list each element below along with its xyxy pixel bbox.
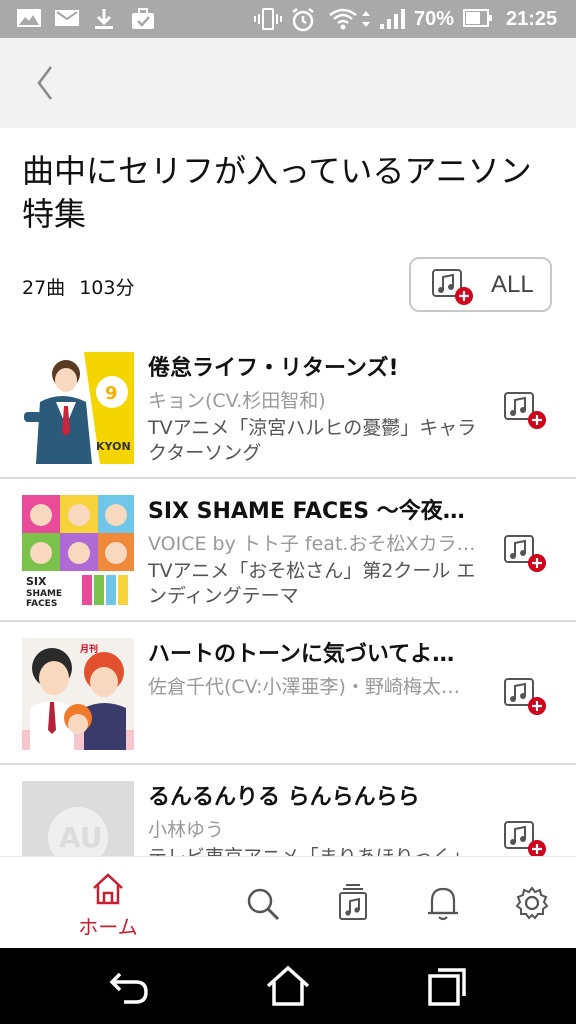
- library-icon: [339, 884, 367, 920]
- back-button[interactable]: [22, 60, 68, 106]
- track-description: テレビ東京アニメ「まりあほりっく」: [148, 845, 478, 856]
- wifi-icon: [329, 8, 357, 30]
- total-duration: 103分: [79, 277, 135, 299]
- svg-text:KYON: KYON: [96, 440, 131, 453]
- track-row[interactable]: 9 KYON 倦怠ライフ・リターンズ! キョン(CV.杉田智和) TVアニメ「涼…: [0, 336, 576, 479]
- svg-text:AU: AU: [59, 821, 103, 854]
- add-to-playlist-icon: [504, 392, 546, 429]
- add-to-playlist-button[interactable]: [502, 388, 550, 436]
- svg-text:SIX: SIX: [26, 575, 47, 588]
- svg-text:SHAME: SHAME: [26, 589, 62, 599]
- search-icon: [247, 888, 280, 921]
- playlist-meta: 27曲 103分: [22, 273, 134, 300]
- add-to-playlist-button[interactable]: [502, 817, 550, 856]
- mail-icon: [55, 10, 79, 26]
- track-artist: キョン(CV.杉田智和): [148, 390, 326, 412]
- svg-text:FACES: FACES: [26, 599, 57, 607]
- svg-text:9: 9: [105, 383, 118, 404]
- chevron-left-icon: [37, 66, 52, 100]
- track-row[interactable]: 月刊 ハートのトーンに気づいてよ… 佐倉千代(CV:小澤亜李)・野崎梅太…: [0, 622, 576, 765]
- download-icon: [95, 9, 113, 29]
- nav-library[interactable]: [328, 857, 378, 949]
- track-description: TVアニメ「涼宮ハルヒの憂鬱」キャラクターソング: [148, 417, 477, 464]
- bell-icon: [428, 887, 458, 921]
- add-to-playlist-button[interactable]: [502, 674, 550, 722]
- app-header: [0, 38, 576, 128]
- track-row[interactable]: SIX SHAME FACES SIX SHAME FACES ～今夜も… VO…: [0, 479, 576, 622]
- system-nav-bar: [0, 948, 576, 1024]
- recents-icon: [428, 968, 466, 1006]
- track-row[interactable]: AU るんるんりる らんらんらら 小林ゆう テレビ東京アニメ「まりあほりっく」: [0, 765, 576, 856]
- album-art: SIX SHAME FACES: [22, 495, 134, 607]
- track-title: ハートのトーンに気づいてよ…: [148, 642, 455, 667]
- add-to-playlist-button[interactable]: [502, 531, 550, 579]
- track-title: SIX SHAME FACES ～今夜も…: [148, 499, 478, 524]
- add-to-playlist-icon: [504, 821, 546, 856]
- album-art: 月刊: [22, 638, 134, 750]
- nav-settings[interactable]: [508, 857, 558, 949]
- briefcase-check-icon: [132, 8, 154, 29]
- track-artist: VOICE by トト子 feat.おそ松Xカラ…: [148, 533, 476, 555]
- page-title: 曲中にセリフが入っているアニソン特集: [22, 152, 532, 233]
- bottom-nav: ホーム: [0, 856, 576, 948]
- signal-icon: [380, 9, 405, 29]
- clock: 21:25: [506, 8, 558, 30]
- add-all-label: ALL: [491, 271, 534, 298]
- nav-home[interactable]: ホーム: [68, 857, 148, 949]
- add-to-playlist-icon: [504, 535, 546, 572]
- home-icon: [93, 873, 123, 905]
- back-arrow-icon: [109, 972, 148, 1004]
- track-list: 9 KYON 倦怠ライフ・リターンズ! キョン(CV.杉田智和) TVアニメ「涼…: [0, 336, 576, 856]
- nav-notifications[interactable]: [418, 857, 468, 949]
- add-to-playlist-icon: [504, 678, 546, 715]
- nav-home-label: ホーム: [78, 915, 138, 939]
- image-icon: [17, 9, 41, 27]
- add-all-button[interactable]: ALL: [409, 257, 552, 312]
- svg-text:月刊: 月刊: [79, 643, 98, 655]
- track-description: TVアニメ「おそ松さん」第2クール エンディングテーマ: [148, 560, 476, 607]
- vibrate-icon: [254, 8, 282, 30]
- system-back-button[interactable]: [104, 962, 152, 1010]
- home-outline-icon: [266, 965, 310, 1006]
- gear-icon: [515, 886, 549, 920]
- add-to-playlist-icon: [432, 269, 473, 305]
- track-count: 27曲: [22, 277, 66, 299]
- alarm-icon: [292, 8, 314, 32]
- battery-percent: 70%: [414, 8, 455, 30]
- track-artist: 小林ゆう: [148, 819, 225, 841]
- track-title: るんるんりる らんらんらら: [148, 785, 420, 810]
- battery-icon: [463, 9, 492, 27]
- system-recents-button[interactable]: [424, 962, 472, 1010]
- status-bar: 70% 21:25: [0, 0, 576, 38]
- data-arrows-icon: [362, 11, 370, 27]
- track-artist: 佐倉千代(CV:小澤亜李)・野崎梅太…: [148, 676, 460, 698]
- album-art: 9 KYON: [22, 352, 134, 464]
- track-title: 倦怠ライフ・リターンズ!: [148, 356, 399, 381]
- album-art-placeholder: AU: [22, 781, 134, 856]
- nav-search[interactable]: [238, 857, 288, 949]
- system-home-button[interactable]: [264, 962, 312, 1010]
